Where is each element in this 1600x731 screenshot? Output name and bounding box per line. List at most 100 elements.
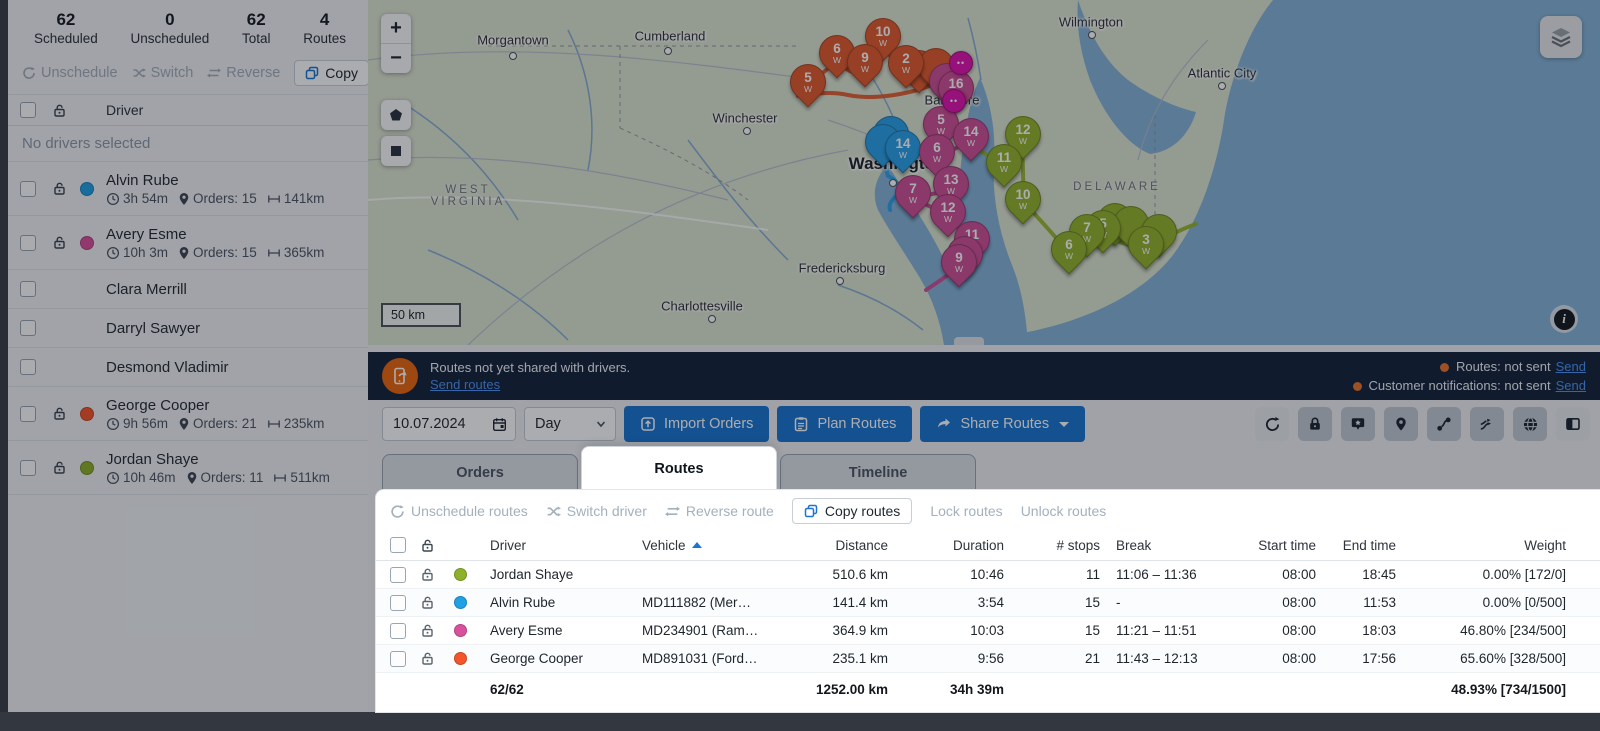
distance-icon — [274, 474, 287, 481]
pin-sub: W — [954, 264, 964, 274]
driver-checkbox[interactable] — [20, 281, 36, 297]
zoom-out-button[interactable]: − — [381, 43, 411, 73]
map-pins-toggle-button[interactable] — [1384, 407, 1418, 441]
select-all-routes-checkbox[interactable] — [390, 537, 406, 553]
driver-row[interactable]: Alvin Rube 3h 54m Orders: 15 141km — [8, 162, 368, 216]
tab[interactable]: Orders — [382, 454, 578, 490]
cluster-pin[interactable]: •• — [942, 89, 966, 113]
map[interactable]: WEST VIRGINIA DELAWARE Morgantown Cumberla… — [368, 0, 1600, 345]
unschedule-routes-button[interactable]: Unschedule routes — [390, 503, 528, 519]
col-driver[interactable]: Driver — [475, 538, 642, 553]
city-dot — [708, 315, 716, 323]
driver-row[interactable]: Desmond Vladimir — [8, 348, 368, 387]
cell-start: 08:00 — [1282, 567, 1316, 582]
map-collapse-handle[interactable] — [954, 337, 984, 345]
chevron-down-icon — [596, 421, 606, 428]
switch-button[interactable]: Switch — [132, 65, 193, 81]
driver-checkbox[interactable] — [20, 234, 36, 251]
split-routes-toggle-button[interactable] — [1470, 407, 1504, 441]
driver-row[interactable]: Jordan Shaye 10h 46m Orders: 11 511km — [8, 441, 368, 495]
route-row[interactable]: Jordan Shaye 510.6 km 10:46 11 11:06 – 1… — [376, 561, 1600, 589]
driver-checkbox[interactable] — [20, 359, 36, 375]
status-send-link[interactable]: Send — [1556, 359, 1586, 374]
driver-checkbox[interactable] — [20, 459, 36, 476]
status-send-link[interactable]: Send — [1556, 378, 1586, 393]
date-value: 10.07.2024 — [393, 416, 466, 432]
driver-checkbox[interactable] — [20, 320, 36, 336]
route-stops-toggle-button[interactable] — [1427, 407, 1461, 441]
driver-row[interactable]: Avery Esme 10h 3m Orders: 15 365km — [8, 216, 368, 270]
clock-icon — [106, 192, 120, 205]
lock-routes-button[interactable]: Lock routes — [930, 503, 1002, 519]
zoom-in-button[interactable]: + — [381, 14, 411, 43]
share-routes-button[interactable]: Share Routes — [920, 406, 1086, 442]
import-orders-button[interactable]: Import Orders — [624, 406, 770, 442]
notification-statuses: Routes: not sent Send Customer notificati… — [1352, 357, 1586, 395]
copy-routes-button[interactable]: Copy routes — [791, 498, 913, 524]
col-weight[interactable]: Weight — [1396, 538, 1566, 553]
map-layers-button[interactable] — [1540, 16, 1582, 58]
lock-icon[interactable] — [52, 406, 67, 421]
lock-icon[interactable] — [420, 623, 435, 638]
driver-row[interactable]: George Cooper 9h 56m Orders: 21 235km — [8, 387, 368, 441]
lock-icon[interactable] — [52, 235, 67, 250]
reverse-route-button[interactable]: Reverse route — [664, 503, 774, 519]
pin-number: 14 — [963, 123, 979, 139]
tab[interactable]: Timeline — [780, 454, 976, 490]
globe-toggle-button[interactable] — [1513, 407, 1547, 441]
driver-name: Alvin Rube — [106, 172, 179, 189]
col-end[interactable]: End time — [1316, 538, 1396, 553]
status-label: Routes: not sent — [1455, 359, 1551, 374]
pin-number: 5 — [804, 69, 812, 85]
lock-toggle-button[interactable] — [1298, 407, 1332, 441]
period-select[interactable]: Day — [524, 407, 616, 441]
pin-number: 7 — [909, 180, 917, 196]
driver-row[interactable]: Darryl Sawyer — [8, 309, 368, 348]
draw-polygon-button[interactable] — [381, 100, 411, 130]
reverse-button[interactable]: Reverse — [207, 65, 280, 81]
route-row[interactable]: Alvin Rube MD111882 (Mer… 141.4 km 3:54 … — [376, 589, 1600, 617]
col-duration[interactable]: Duration — [888, 538, 1004, 553]
date-picker[interactable]: 10.07.2024 — [382, 407, 516, 441]
cell-end: 18:03 — [1362, 623, 1396, 638]
driver-row[interactable]: Clara Merrill — [8, 270, 368, 309]
lock-icon[interactable] — [420, 651, 435, 666]
route-checkbox[interactable] — [390, 622, 406, 639]
col-distance[interactable]: Distance — [812, 538, 888, 553]
cell-end: 11:53 — [1363, 595, 1396, 610]
route-row[interactable]: George Cooper MD891031 (Ford… 235.1 km 9… — [376, 645, 1600, 673]
col-stops[interactable]: # stops — [1004, 538, 1100, 553]
map-info-button[interactable]: i — [1550, 305, 1578, 333]
map-base — [368, 0, 1600, 345]
unlock-routes-button[interactable]: Unlock routes — [1021, 503, 1107, 519]
col-vehicle[interactable]: Vehicle — [642, 538, 812, 553]
switch-driver-button[interactable]: Switch driver — [546, 503, 647, 519]
copy-button[interactable]: Copy — [294, 60, 368, 86]
unschedule-button[interactable]: Unschedule — [22, 65, 118, 81]
lock-icon[interactable] — [52, 181, 67, 196]
col-start[interactable]: Start time — [1240, 538, 1316, 553]
route-row[interactable]: Avery Esme MD234901 (Ram… 364.9 km 10:03… — [376, 617, 1600, 645]
driver-route-meta: 10h 3m Orders: 15 365km — [106, 245, 368, 260]
route-checkbox[interactable] — [390, 650, 406, 667]
driver-checkbox[interactable] — [20, 405, 36, 422]
select-all-checkbox[interactable] — [20, 102, 36, 118]
orders-meta: Orders: 11 — [186, 470, 263, 485]
send-routes-link[interactable]: Send routes — [430, 377, 500, 392]
lock-icon[interactable] — [52, 460, 67, 475]
panel-toggle-button[interactable] — [1556, 407, 1590, 441]
col-break[interactable]: Break — [1100, 538, 1240, 553]
route-checkbox[interactable] — [390, 566, 406, 583]
cluster-pin[interactable]: •• — [949, 51, 973, 75]
lock-icon[interactable] — [420, 595, 435, 610]
refresh-button[interactable] — [1255, 407, 1289, 441]
map-labels-toggle-button[interactable] — [1341, 407, 1375, 441]
route-checkbox[interactable] — [390, 594, 406, 611]
driver-info: Clara Merrill — [106, 280, 368, 299]
draw-rectangle-button[interactable] — [381, 136, 411, 166]
driver-checkbox[interactable] — [20, 180, 36, 197]
lock-icon[interactable] — [420, 567, 435, 582]
pin-text: 14 W — [886, 131, 920, 165]
tab[interactable]: Routes — [581, 446, 777, 490]
plan-routes-button[interactable]: Plan Routes — [777, 406, 913, 442]
